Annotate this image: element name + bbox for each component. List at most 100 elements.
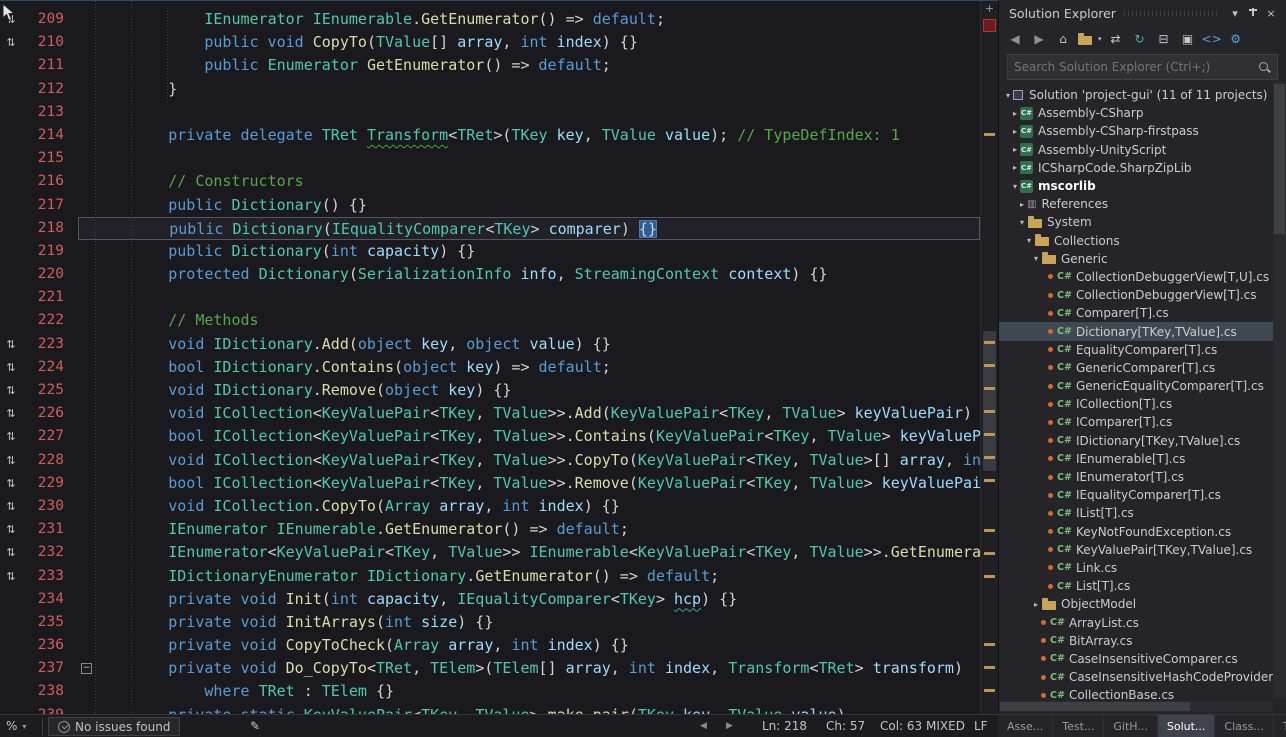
code-line[interactable]: 212 } bbox=[0, 78, 980, 101]
code-line[interactable]: 214 private delegate TRet Transform<TRet… bbox=[0, 124, 980, 147]
tree-item[interactable]: C#Comparer[T].cs bbox=[999, 304, 1286, 322]
search-icon[interactable] bbox=[1258, 61, 1271, 74]
pin-button[interactable] bbox=[1244, 4, 1262, 22]
code-line-body[interactable]: bool IDictionary.Contains(object key) =>… bbox=[78, 356, 980, 379]
code-line-body[interactable]: private void CopyToCheck(Array array, in… bbox=[78, 634, 980, 657]
char-indicator[interactable]: Ch: 57 bbox=[826, 715, 865, 737]
code-line-body[interactable]: private delegate TRet Transform<TRet>(TK… bbox=[78, 124, 980, 147]
code-line[interactable]: ⇅209 IEnumerator IEnumerable.GetEnumerat… bbox=[0, 8, 980, 31]
editor-vertical-scrollbar[interactable]: + bbox=[980, 1, 998, 714]
code-line-body[interactable]: bool ICollection<KeyValuePair<TKey, TVal… bbox=[78, 472, 980, 495]
code-line-body[interactable]: public Enumerator GetEnumerator() => def… bbox=[78, 54, 980, 77]
panel-drag-grip[interactable] bbox=[1124, 11, 1218, 16]
tree-item[interactable]: C#ArrayList.cs bbox=[999, 613, 1286, 631]
editor-split-handle[interactable]: + bbox=[981, 1, 998, 17]
implements-member-icon[interactable]: ⇅ bbox=[6, 379, 15, 402]
tree-item[interactable]: ▸C#Assembly-CSharp bbox=[999, 104, 1286, 122]
scrollbar-thumb[interactable] bbox=[1000, 702, 1190, 711]
implements-member-icon[interactable]: ⇅ bbox=[6, 518, 15, 541]
code-line-body[interactable]: public Dictionary() {} bbox=[78, 194, 980, 217]
code-line-body[interactable]: // Constructors bbox=[78, 170, 980, 193]
glyph-margin[interactable]: ⇅ bbox=[0, 518, 22, 541]
search-box[interactable] bbox=[1007, 54, 1278, 80]
code-line[interactable]: ⇅226 void ICollection<KeyValuePair<TKey,… bbox=[0, 402, 980, 425]
collapse-all-button[interactable]: ⊟ bbox=[1154, 29, 1174, 49]
code-line-body[interactable]: private static KeyValuePair<TKey, TValue… bbox=[78, 704, 980, 714]
code-line-body[interactable]: void ICollection.CopyTo(Array array, int… bbox=[78, 495, 980, 518]
code-line-body[interactable]: − private void Do_CopyTo<TRet, TElem>(TE… bbox=[78, 657, 980, 680]
code-line[interactable]: 237− private void Do_CopyTo<TRet, TElem>… bbox=[0, 657, 980, 680]
code-line-body[interactable]: IEnumerator<KeyValuePair<TKey, TValue>> … bbox=[78, 541, 980, 564]
tree-item[interactable]: ▸C#Assembly-UnityScript bbox=[999, 141, 1286, 159]
glyph-margin[interactable] bbox=[0, 170, 22, 193]
show-all-files-button[interactable]: ▣ bbox=[1178, 29, 1198, 49]
glyph-margin[interactable] bbox=[0, 263, 22, 286]
implements-member-icon[interactable]: ⇅ bbox=[6, 425, 15, 448]
code-line-body[interactable]: public void CopyTo(TValue[] array, int i… bbox=[78, 31, 980, 54]
code-line-body[interactable]: // Methods bbox=[78, 309, 980, 332]
zoom-control[interactable]: % ▾ bbox=[6, 715, 26, 737]
code-line[interactable]: ⇅224 bool IDictionary.Contains(object ke… bbox=[0, 356, 980, 379]
code-line[interactable]: 220 protected Dictionary(SerializationIn… bbox=[0, 263, 980, 286]
window-position-button[interactable]: ▾ bbox=[1226, 4, 1244, 22]
hscroll-right-arrow[interactable]: ▶ bbox=[726, 715, 733, 737]
code-line-body[interactable]: void ICollection<KeyValuePair<TKey, TVal… bbox=[78, 449, 980, 472]
tree-item[interactable]: C#CaseInsensitiveHashCodeProvider.cs bbox=[999, 668, 1286, 686]
glyph-margin[interactable] bbox=[0, 78, 22, 101]
expand-arrow-icon[interactable]: ▸ bbox=[1031, 600, 1041, 609]
glyph-margin[interactable]: ⇅ bbox=[0, 379, 22, 402]
tree-item[interactable]: C#Link.cs bbox=[999, 559, 1286, 577]
implements-member-icon[interactable]: ⇅ bbox=[6, 449, 15, 472]
glyph-margin[interactable] bbox=[0, 194, 22, 217]
code-line-body[interactable]: void IDictionary.Add(object key, object … bbox=[78, 333, 980, 356]
tree-item[interactable]: C#BitArray.cs bbox=[999, 632, 1286, 650]
implements-member-icon[interactable]: ⇅ bbox=[6, 565, 15, 588]
implements-member-icon[interactable]: ⇅ bbox=[6, 333, 15, 356]
glyph-margin[interactable]: ⇅ bbox=[0, 472, 22, 495]
expand-arrow-icon[interactable]: ▾ bbox=[1003, 91, 1013, 100]
code-line-body[interactable]: IEnumerator IEnumerable.GetEnumerator() … bbox=[78, 8, 980, 31]
glyph-margin[interactable] bbox=[0, 309, 22, 332]
view-code-button[interactable]: <> bbox=[1202, 29, 1222, 49]
glyph-margin[interactable]: ⇅ bbox=[0, 425, 22, 448]
glyph-margin[interactable] bbox=[0, 588, 22, 611]
tree-item[interactable]: C#KeyNotFoundException.cs bbox=[999, 523, 1286, 541]
tool-window-tab[interactable]: Test... bbox=[1053, 715, 1104, 737]
tree-item[interactable]: C#IEnumerator[T].cs bbox=[999, 468, 1286, 486]
implements-member-icon[interactable]: ⇅ bbox=[6, 495, 15, 518]
glyph-margin[interactable] bbox=[0, 286, 22, 309]
glyph-margin[interactable]: ⇅ bbox=[0, 402, 22, 425]
eol-indicator[interactable]: LF bbox=[974, 715, 988, 737]
tree-item[interactable]: C#List[T].cs bbox=[999, 577, 1286, 595]
expand-arrow-icon[interactable]: ▾ bbox=[1031, 254, 1041, 263]
code-line[interactable]: 216 // Constructors bbox=[0, 170, 980, 193]
tree-item[interactable]: ▾C#mscorlib bbox=[999, 177, 1286, 195]
tree-item[interactable]: ▾Generic bbox=[999, 250, 1286, 268]
expand-arrow-icon[interactable]: ▸ bbox=[1010, 127, 1020, 136]
code-line-body[interactable]: where TRet : TElem {} bbox=[78, 680, 980, 703]
home-button[interactable]: ⌂ bbox=[1053, 29, 1073, 49]
implements-member-icon[interactable]: ⇅ bbox=[6, 356, 15, 379]
tree-item[interactable]: ▸C#ICSharpCode.SharpZipLib bbox=[999, 159, 1286, 177]
close-button[interactable]: × bbox=[1262, 4, 1280, 22]
tree-item[interactable]: ▸C#Assembly-CSharp-firstpass bbox=[999, 122, 1286, 140]
code-line-body[interactable]: void IDictionary.Remove(object key) {} bbox=[78, 379, 980, 402]
glyph-margin[interactable]: ⇅ bbox=[0, 31, 22, 54]
code-line[interactable]: ⇅231 IEnumerator IEnumerable.GetEnumerat… bbox=[0, 518, 980, 541]
glyph-margin[interactable] bbox=[0, 240, 22, 263]
glyph-margin[interactable] bbox=[0, 147, 22, 170]
scrollbar-thumb[interactable] bbox=[983, 331, 996, 471]
tool-window-tab[interactable]: GitH... bbox=[1104, 715, 1157, 737]
code-line-body[interactable]: void ICollection<KeyValuePair<TKey, TVal… bbox=[78, 402, 980, 425]
properties-button[interactable]: ⚙ bbox=[1226, 29, 1246, 49]
tree-item[interactable]: ▸▥References bbox=[999, 195, 1286, 213]
tree-item[interactable]: C#CaseInsensitiveComparer.cs bbox=[999, 650, 1286, 668]
tree-item[interactable]: C#CollectionDebuggerView[T,U].cs bbox=[999, 268, 1286, 286]
code-line-body[interactable]: } bbox=[78, 78, 980, 101]
code-line-body[interactable] bbox=[78, 286, 980, 309]
code-line-body[interactable]: protected Dictionary(SerializationInfo i… bbox=[78, 263, 980, 286]
code-line[interactable]: 213 bbox=[0, 101, 980, 124]
glyph-margin[interactable] bbox=[0, 54, 22, 77]
tree-item[interactable]: C#IEnumerable[T].cs bbox=[999, 450, 1286, 468]
glyph-margin[interactable] bbox=[0, 657, 22, 680]
